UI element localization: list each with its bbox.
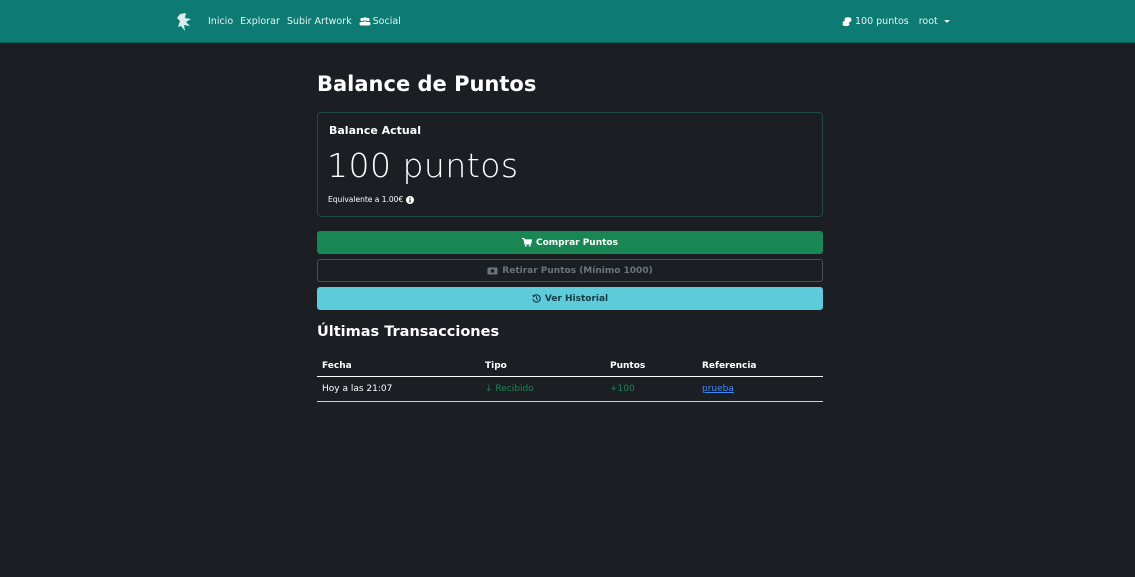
buy-points-button[interactable]: Comprar Puntos [317,231,823,254]
history-icon [531,294,541,303]
cell-fecha: Hoy a las 21:07 [317,376,480,402]
reference-link[interactable]: prueba [702,384,734,394]
nav-social-label: Social [372,16,401,27]
user-label: root [918,16,938,27]
nav-link-subir-artwork[interactable]: Subir Artwork [287,16,352,27]
view-history-button[interactable]: Ver Historial [317,287,823,310]
withdraw-points-button[interactable]: Retirar Puntos (Mínimo 1000) [317,259,823,282]
logo-icon[interactable] [176,11,196,33]
points-label: 100 puntos [855,16,909,27]
table-row: Hoy a las 21:07 ↓ Recibido +100 prueba [317,376,823,402]
money-bill-icon [487,267,498,274]
withdraw-points-label: Retirar Puntos (Mínimo 1000) [502,265,653,276]
caret-down-icon [943,20,950,23]
navbar-left: Inicio Explorar Subir Artwork Social [176,0,401,43]
nav-link-explorar[interactable]: Explorar [240,16,280,27]
coins-icon [842,16,852,26]
view-history-label: Ver Historial [544,293,609,304]
points-indicator[interactable]: 100 puntos [842,16,909,27]
page-title: Balance de Puntos [317,72,537,96]
column-header-referencia: Referencia [697,355,823,377]
transactions-title: Últimas Transacciones [317,324,500,340]
transactions-table: Fecha Tipo Puntos Referencia Hoy a las 2… [317,355,823,402]
balance-equivalent: Equivalente a 1.00€ [328,195,415,204]
cell-tipo-label: Recibido [495,384,534,394]
table-header-row: Fecha Tipo Puntos Referencia [317,355,823,377]
nav-link-inicio[interactable]: Inicio [208,16,233,27]
info-icon[interactable] [406,195,415,204]
cell-referencia: prueba [697,376,823,402]
navbar-right: 100 puntos root [842,0,950,43]
buy-points-label: Comprar Puntos [536,237,618,248]
arrow-down-icon: ↓ [485,384,493,394]
user-dropdown[interactable]: root [919,16,950,27]
column-header-fecha: Fecha [317,355,480,377]
top-navbar: Inicio Explorar Subir Artwork Social 100… [0,0,1135,43]
cart-icon [522,238,533,247]
users-icon [359,17,371,26]
balance-label: Balance Actual [329,124,421,137]
column-header-puntos: Puntos [605,355,697,377]
balance-equivalent-text: Equivalente a 1.00€ [328,195,404,204]
cell-tipo: ↓ Recibido [480,376,605,402]
nav-link-social[interactable]: Social [359,16,401,27]
column-header-tipo: Tipo [480,355,605,377]
cell-puntos: +100 [605,376,697,402]
balance-amount: 100 puntos [327,146,519,185]
